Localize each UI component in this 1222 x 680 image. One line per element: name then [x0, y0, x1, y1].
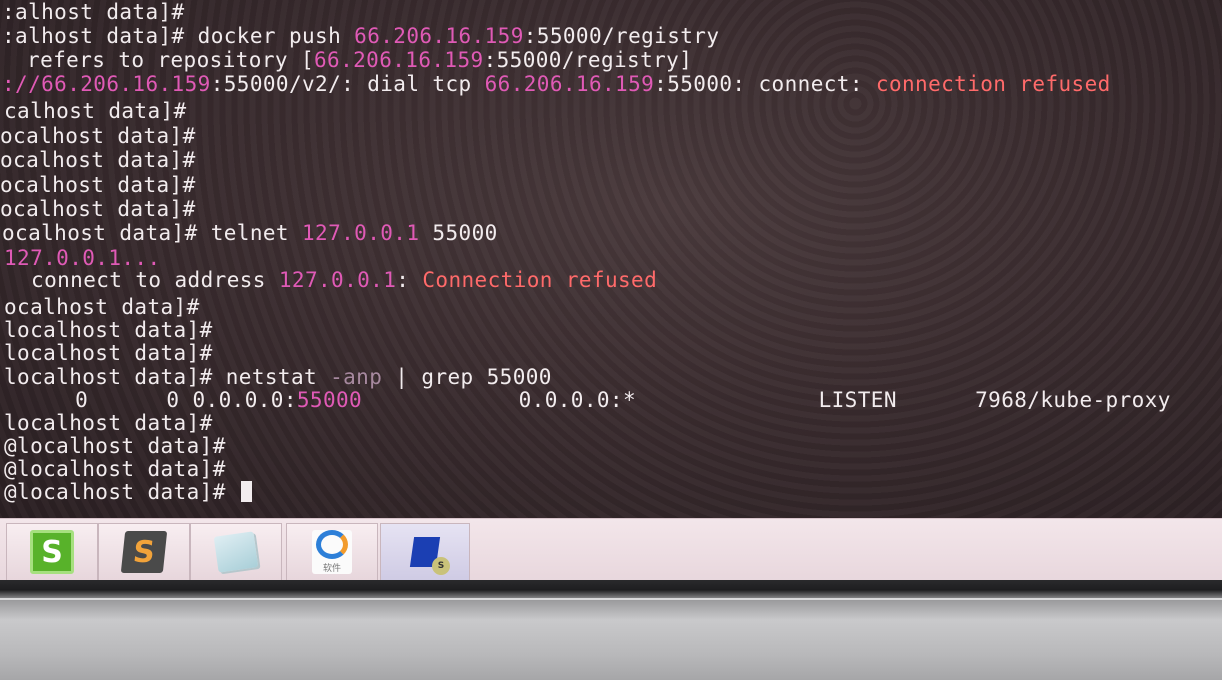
terminal-text-segment: 127.0.0.1: [278, 268, 397, 292]
terminal-line: ocalhost data]#: [0, 197, 196, 221]
terminal-line: ocalhost data]#: [0, 148, 196, 172]
terminal-text-segment: calhost data]#: [4, 99, 187, 123]
terminal-line: localhost data]#: [4, 318, 213, 342]
terminal-text-segment: localhost data]#: [4, 318, 213, 342]
bezel-highlight: [0, 598, 1222, 600]
terminal-text-segment: ocalhost data]#: [0, 197, 196, 221]
terminal-text-segment: :55000: connect:: [654, 72, 876, 96]
terminal-line: localhost data]# netstat -anp | grep 550…: [4, 365, 552, 389]
sublime-text-icon: S: [120, 531, 168, 573]
terminal-text-segment: ocalhost data]#: [0, 124, 196, 148]
terminal-text-segment: :alhost data]#: [2, 0, 185, 24]
terminal-text-segment: 0 0 0.0.0.0:: [36, 388, 297, 412]
terminal-line: ://66.206.16.159:55000/v2/: dial tcp 66.…: [2, 72, 1111, 96]
terminal-text-segment: 66.206.16.159: [354, 24, 524, 48]
terminal-text-segment: ocalhost data]#: [4, 295, 200, 319]
notes-app-icon: [213, 531, 259, 573]
green-s-app-icon: S: [30, 530, 74, 574]
terminal-text-segment: :55000/registry]: [483, 48, 693, 72]
terminal-line: 127.0.0.1...: [4, 246, 161, 270]
monitor-bezel: [0, 580, 1222, 680]
terminal-text-segment: 66.206.16.159: [484, 72, 655, 96]
terminal-cursor: [240, 481, 252, 502]
terminal-text-segment: 127.0.0.1...: [4, 246, 161, 270]
terminal-window[interactable]: :alhost data]#:alhost data]# docker push…: [0, 0, 1222, 518]
terminal-line: connect to address 127.0.0.1: Connection…: [18, 268, 657, 292]
terminal-line: localhost data]#: [4, 341, 213, 365]
terminal-line: :alhost data]# docker push 66.206.16.159…: [2, 24, 719, 48]
terminal-text-segment: 0.0.0.0:* LISTEN 7968/kube-proxy: [362, 388, 1171, 412]
terminal-text-segment: :55000/v2/: dial tcp: [210, 72, 485, 96]
terminal-text-segment: ://66.206.16.159: [2, 72, 211, 96]
terminal-text-segment: @localhost data]#: [4, 457, 226, 481]
terminal-text-segment: -anp: [330, 365, 383, 389]
terminal-text-segment: ocalhost data]#: [0, 148, 196, 172]
terminal-line: @localhost data]#: [4, 480, 252, 504]
taskbar-button-ssh[interactable]: S: [380, 523, 470, 581]
taskbar-button-sublime[interactable]: S: [98, 523, 190, 581]
terminal-line: 0 0 0.0.0.0:55000 0.0.0.0:* LISTEN 7968/…: [36, 388, 1171, 412]
terminal-text-segment: ocalhost data]#: [0, 173, 196, 197]
app-swirl-logo: [316, 530, 348, 559]
ssh-client-icon: S: [404, 531, 450, 575]
terminal-text-segment: 127.0.0.1: [302, 221, 420, 245]
terminal-line: refers to repository [66.206.16.159:5500…: [14, 48, 692, 72]
ssh-badge: S: [432, 557, 450, 575]
terminal-line: ocalhost data]# telnet 127.0.0.1 55000: [2, 221, 498, 245]
taskbar-button-app[interactable]: 软件: [286, 523, 378, 581]
terminal-text-segment: 66.206.16.159: [314, 48, 484, 72]
taskbar: S S 软件 S: [0, 518, 1222, 581]
app-caption: 软件: [322, 564, 341, 574]
terminal-text-segment: 55000: [296, 388, 363, 412]
terminal-text-segment: localhost data]#: [4, 411, 213, 435]
terminal-line: ocalhost data]#: [0, 124, 196, 148]
terminal-text-segment: :: [396, 268, 423, 292]
terminal-text-segment: @localhost data]#: [4, 434, 226, 458]
terminal-text-segment: :55000/registry: [523, 24, 720, 48]
terminal-line: localhost data]#: [4, 411, 213, 435]
terminal-line: ocalhost data]#: [0, 173, 196, 197]
terminal-text-segment: @localhost data]#: [4, 480, 239, 504]
terminal-text-segment: :alhost data]# docker push: [2, 24, 355, 48]
terminal-line: @localhost data]#: [4, 457, 226, 481]
terminal-text-segment: 55000: [419, 221, 498, 245]
terminal-text-segment: refers to repository [: [14, 48, 314, 72]
terminal-line: :alhost data]#: [2, 0, 185, 24]
terminal-text-segment: connection refused: [875, 72, 1111, 96]
terminal-line: calhost data]#: [4, 99, 187, 123]
taskbar-button-green-s[interactable]: S: [6, 523, 98, 581]
terminal-text-segment: ocalhost data]# telnet: [2, 221, 302, 245]
terminal-text-segment: Connection refused: [422, 268, 658, 292]
taskbar-button-notes[interactable]: [190, 523, 282, 581]
terminal-line: ocalhost data]#: [4, 295, 200, 319]
app-shortcut-icon: 软件: [312, 530, 352, 574]
terminal-text-segment: | grep 55000: [382, 365, 552, 389]
terminal-text-segment: connect to address: [18, 268, 279, 292]
terminal-text-segment: localhost data]# netstat: [4, 365, 331, 389]
terminal-text-segment: localhost data]#: [4, 341, 213, 365]
terminal-line: @localhost data]#: [4, 434, 226, 458]
